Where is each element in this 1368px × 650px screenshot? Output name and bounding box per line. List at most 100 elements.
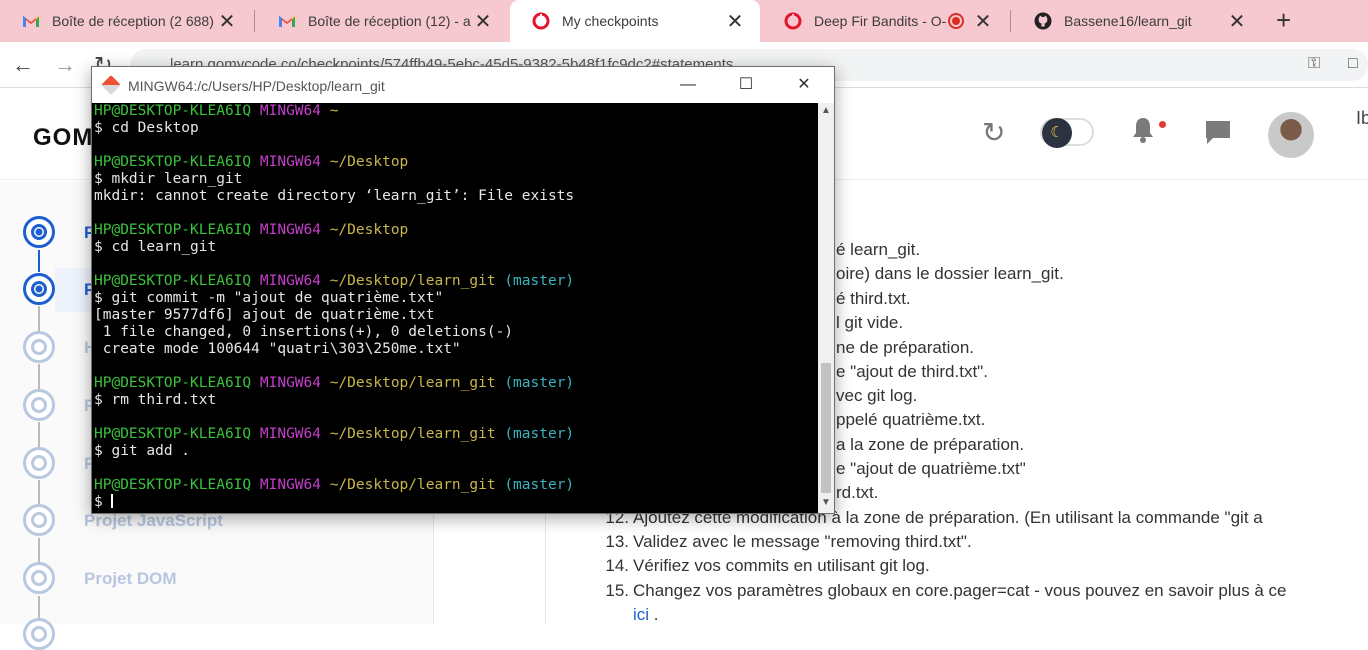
tab-gmail-2[interactable]: Boîte de réception (12) - a ✕ <box>256 0 508 42</box>
scroll-up-icon[interactable]: ▲ <box>818 105 834 116</box>
terminal-text: MINGW64 <box>259 477 330 493</box>
translate-icon[interactable]: □ <box>1348 55 1358 73</box>
terminal-text: HP@DESKTOP-KLEA6IQ <box>94 273 260 289</box>
instruction-line: Validez avec le message "removing third.… <box>633 532 972 551</box>
instruction-line: é third.txt. <box>836 289 911 308</box>
terminal-line: mkdir: cannot create directory ‘learn_gi… <box>94 188 812 205</box>
moon-icon: ☾ <box>1042 118 1072 148</box>
step-marker[interactable] <box>23 389 55 421</box>
terminal-line: HP@DESKTOP-KLEA6IQ MINGW64 ~/Desktop/lea… <box>94 273 812 290</box>
user-name[interactable]: Ib <box>1356 108 1368 129</box>
scroll-thumb[interactable] <box>821 363 831 493</box>
terminal-line: $ <box>94 494 812 511</box>
dark-mode-toggle[interactable]: ☾ <box>1040 118 1094 148</box>
terminal-line: 1 file changed, 0 insertions(+), 0 delet… <box>94 324 812 341</box>
step-marker[interactable] <box>23 504 55 536</box>
forward-icon[interactable]: → <box>54 52 76 78</box>
terminal-output[interactable]: HP@DESKTOP-KLEA6IQ MINGW64 ~ $ cd Desktop… <box>94 103 812 513</box>
gmail-icon <box>22 12 40 30</box>
notification-dot <box>1159 121 1166 128</box>
terminal-text: $ <box>94 494 112 510</box>
terminal-line: HP@DESKTOP-KLEA6IQ MINGW64 ~ <box>94 103 812 120</box>
instruction-line: é learn_git. <box>836 240 921 259</box>
step-marker[interactable] <box>23 618 55 650</box>
terminal-text: $ cd learn_git <box>94 239 217 255</box>
tab-separator <box>1010 10 1011 32</box>
git-bash-icon <box>101 75 121 95</box>
terminal-text: ~/Desktop/learn_git <box>329 477 505 493</box>
tab-title: My checkpoints <box>562 13 659 29</box>
terminal-scrollbar[interactable]: ▲ ▼ <box>818 103 834 513</box>
tab-my-checkpoints[interactable]: My checkpoints ✕ <box>510 0 760 42</box>
gmail-icon <box>278 12 296 30</box>
tab-title: Deep Fir Bandits - O- <box>814 13 947 29</box>
terminal-text: (master) <box>504 426 575 442</box>
step-marker[interactable] <box>23 447 55 479</box>
step-marker[interactable] <box>23 216 55 248</box>
tab-title: Boîte de réception (12) - a <box>308 13 471 29</box>
instruction-line: e "ajout de quatrième.txt" <box>836 459 1026 478</box>
instruction-line: ppelé quatrième.txt. <box>836 410 986 429</box>
terminal-text: ~/Desktop/learn_git <box>329 273 505 289</box>
recording-icon <box>948 13 964 29</box>
close-tab-icon[interactable]: ✕ <box>1226 9 1248 34</box>
terminal-text: MINGW64 <box>259 426 330 442</box>
maximize-icon[interactable]: ☐ <box>726 73 766 97</box>
terminal-line: $ cd Desktop <box>94 120 812 137</box>
close-tab-icon[interactable]: ✕ <box>216 9 238 34</box>
tab-github[interactable]: Bassene16/learn_git ✕ <box>1012 0 1262 42</box>
terminal-text: ~/Desktop <box>329 222 409 238</box>
terminal-text: ~/Desktop/learn_git <box>329 375 505 391</box>
terminal-text: 1 file changed, 0 insertions(+), 0 delet… <box>94 324 514 340</box>
new-tab-button[interactable]: + <box>1276 7 1291 33</box>
terminal-text: (master) <box>504 375 575 391</box>
doc-link[interactable]: ici <box>633 605 649 624</box>
tab-gmail-1[interactable]: Boîte de réception (2 688) ✕ <box>0 0 252 42</box>
key-icon[interactable]: ⚿ <box>1308 55 1320 73</box>
instruction-line: ne de préparation. <box>836 338 974 357</box>
terminal-line: HP@DESKTOP-KLEA6IQ MINGW64 ~/Desktop/lea… <box>94 375 812 392</box>
terminal-window[interactable]: MINGW64:/c/Users/HP/Desktop/learn_git — … <box>91 66 835 514</box>
terminal-text: HP@DESKTOP-KLEA6IQ <box>94 426 260 442</box>
terminal-text: HP@DESKTOP-KLEA6IQ <box>94 477 260 493</box>
step-marker[interactable] <box>23 562 55 594</box>
tab-title: Boîte de réception (2 688) <box>52 13 214 29</box>
scroll-down-icon[interactable]: ▼ <box>818 497 834 508</box>
terminal-line: HP@DESKTOP-KLEA6IQ MINGW64 ~/Desktop/lea… <box>94 426 812 443</box>
terminal-text: HP@DESKTOP-KLEA6IQ <box>94 222 260 238</box>
terminal-title-bar[interactable]: MINGW64:/c/Users/HP/Desktop/learn_git — … <box>92 67 834 103</box>
sidebar-item-label[interactable]: Projet JavaScript <box>84 511 223 531</box>
bell-icon[interactable] <box>1130 116 1156 151</box>
close-tab-icon[interactable]: ✕ <box>724 9 746 34</box>
terminal-text: [master 9577df6] ajout de quatrième.txt <box>94 307 435 323</box>
terminal-text: (master) <box>504 477 575 493</box>
step-marker[interactable] <box>23 331 55 363</box>
tab-deep-fir-bandits[interactable]: Deep Fir Bandits - O- ✕ <box>762 0 1008 42</box>
terminal-text: ~ <box>329 103 339 119</box>
terminal-title: MINGW64:/c/Users/HP/Desktop/learn_git <box>128 78 385 94</box>
terminal-text: MINGW64 <box>259 103 330 119</box>
refresh-icon[interactable]: ↻ <box>982 116 1005 149</box>
instruction-line: l git vide. <box>836 313 904 332</box>
back-icon[interactable]: ← <box>12 52 34 78</box>
terminal-text: $ git add . <box>94 443 191 459</box>
terminal-line: $ mkdir learn_git <box>94 171 812 188</box>
terminal-text: HP@DESKTOP-KLEA6IQ <box>94 103 260 119</box>
close-tab-icon[interactable]: ✕ <box>472 9 494 34</box>
terminal-text: MINGW64 <box>259 273 330 289</box>
step-marker[interactable] <box>23 273 55 305</box>
logo[interactable]: GOM <box>33 124 93 152</box>
minimize-icon[interactable]: — <box>668 73 708 97</box>
sidebar-item-label[interactable]: Projet DOM <box>84 569 177 589</box>
chat-icon[interactable] <box>1204 118 1232 151</box>
terminal-text: MINGW64 <box>259 375 330 391</box>
avatar[interactable] <box>1268 112 1314 158</box>
instruction-line: vec git log. <box>836 386 918 405</box>
close-tab-icon[interactable]: ✕ <box>972 9 994 34</box>
instruction-line: oire) dans le dossier learn_git. <box>836 264 1064 283</box>
terminal-line: HP@DESKTOP-KLEA6IQ MINGW64 ~/Desktop/lea… <box>94 477 812 494</box>
close-window-icon[interactable]: ✕ <box>784 73 824 97</box>
